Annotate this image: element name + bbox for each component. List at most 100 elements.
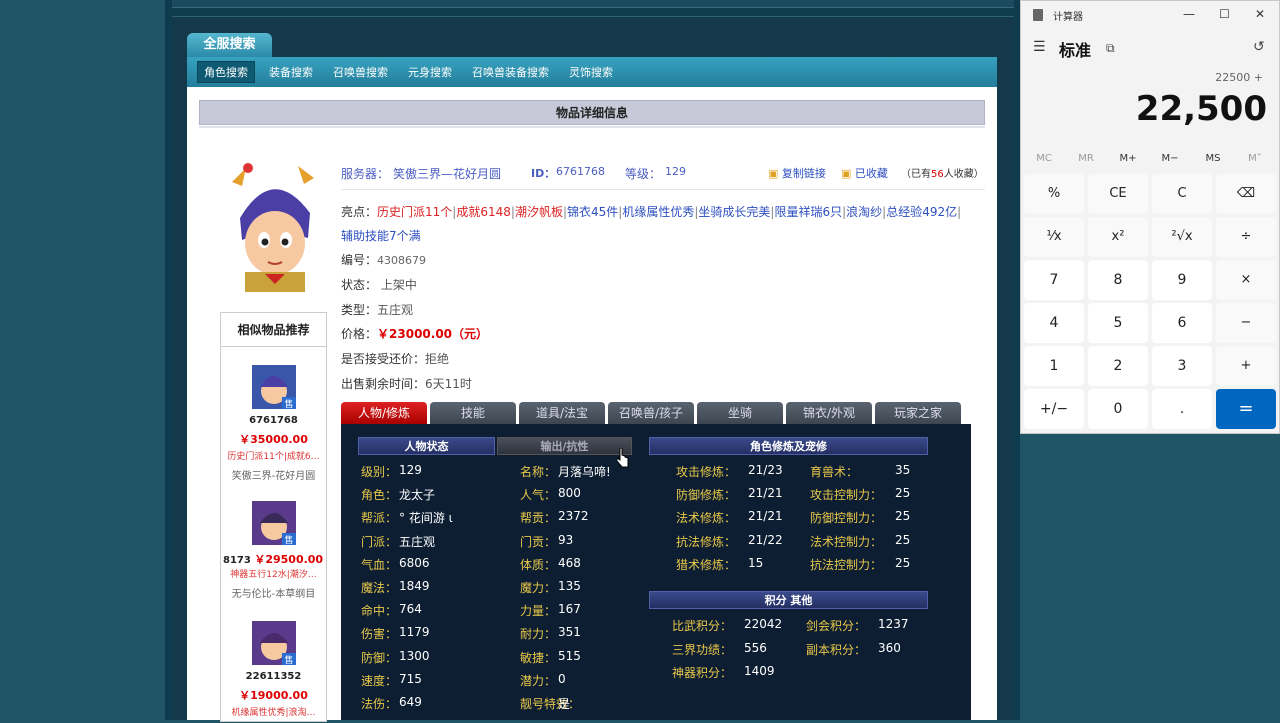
minimize-icon[interactable]: — <box>1183 7 1195 21</box>
key-digit-0-button[interactable]: 0 <box>1088 389 1148 429</box>
maximize-icon[interactable]: ☐ <box>1219 7 1230 21</box>
history-icon[interactable]: ↺ <box>1253 39 1265 55</box>
key-percent-button[interactable]: % <box>1024 174 1084 214</box>
serial-label: 编号： <box>341 253 378 267</box>
key-decimal-button[interactable]: . <box>1152 389 1212 429</box>
similar-item-server: 无与伦比-本草纲目 <box>231 589 316 600</box>
close-icon[interactable]: ✕ <box>1255 7 1265 21</box>
similar-item[interactable]: 售 6761768 ￥35000.00 历史门派11个|成就6… 笑傲三界-花好… <box>221 361 326 491</box>
stat-row: 副本积分： 360 <box>806 641 901 658</box>
highlight-item[interactable]: 潮汐帆板 <box>515 205 563 219</box>
key-ce-button[interactable]: CE <box>1088 174 1148 214</box>
stat-value: 2372 <box>558 509 589 524</box>
key-digit-5-button[interactable]: 5 <box>1088 303 1148 343</box>
key-clear-button[interactable]: C <box>1152 174 1212 214</box>
nav-equip-search[interactable]: 装备搜索 <box>263 62 319 82</box>
key-digit-4-button[interactable]: 4 <box>1024 303 1084 343</box>
stat-value: 1409 <box>744 664 775 678</box>
tab-outfits[interactable]: 锦衣/外观 <box>786 402 872 424</box>
memory-add-button[interactable]: M+ <box>1108 153 1148 164</box>
memory-store-button[interactable]: MS <box>1193 153 1233 164</box>
tab-skills[interactable]: 技能 <box>430 402 516 424</box>
stat-label: 魔力： <box>520 581 557 595</box>
similar-item[interactable]: 售 8173 ￥29500.00 神器五行12水|潮汐… 无与伦比-本草纲目 <box>221 497 326 627</box>
stat-label: 攻击修炼： <box>676 465 737 479</box>
key-digit-8-button[interactable]: 8 <box>1088 260 1148 300</box>
tab-player-home[interactable]: 玩家之家 <box>875 402 961 424</box>
key-sqrt-button[interactable]: ²√x <box>1152 217 1212 257</box>
tab-char-status[interactable]: 人物状态 <box>358 437 495 455</box>
tab-items-treasures[interactable]: 道具/法宝 <box>519 402 605 424</box>
memory-recall-button[interactable]: MR <box>1066 153 1106 164</box>
keep-on-top-icon[interactable]: ⧉ <box>1106 41 1115 56</box>
menu-icon[interactable]: ☰ <box>1033 39 1046 55</box>
stat-row: 速度： 715 <box>361 672 422 689</box>
key-digit-1-button[interactable]: 1 <box>1024 346 1084 386</box>
highlight-item[interactable]: 限量祥瑞6只 <box>774 205 842 219</box>
stat-row: 潜力： 0 <box>520 672 566 689</box>
key-multiply-button[interactable]: × <box>1216 260 1276 300</box>
tab-pets-children[interactable]: 召唤兽/孩子 <box>608 402 694 424</box>
stat-row: 抗法控制力： 25 <box>810 556 910 573</box>
stat-label: 防御控制力： <box>810 511 883 526</box>
key-digit-7-button[interactable]: 7 <box>1024 260 1084 300</box>
stat-label: 角色： <box>361 488 398 503</box>
character-avatar <box>220 158 326 292</box>
nav-pet-search[interactable]: 召唤兽搜索 <box>327 62 394 82</box>
memory-list-button[interactable]: M˅ <box>1235 153 1275 164</box>
nav-role-search[interactable]: 角色搜索 <box>197 61 255 83</box>
key-digit-2-button[interactable]: 2 <box>1088 346 1148 386</box>
stat-value: 468 <box>558 555 581 570</box>
memory-subtract-button[interactable]: M− <box>1150 153 1190 164</box>
stat-value: 93 <box>558 532 574 547</box>
highlight-item[interactable]: 锦衣45件 <box>567 205 618 219</box>
stat-row: 攻击控制力： 25 <box>810 486 910 503</box>
id-value: 6761768 <box>556 165 605 178</box>
highlight-item[interactable]: 机缘属性优秀 <box>622 205 694 219</box>
stat-row: 力量： 167 <box>520 602 581 619</box>
tab-character-cultivation[interactable]: 人物/修炼 <box>341 402 427 424</box>
key-negate-button[interactable]: +/− <box>1024 389 1084 429</box>
highlight-item[interactable]: 坐骑成长完美 <box>698 205 770 219</box>
similar-item-server: 笑傲三界-花好月圆 <box>231 471 316 482</box>
info-divider <box>341 189 985 190</box>
stat-value: 21/22 <box>748 532 783 547</box>
tab-all-server-search[interactable]: 全服搜索 <box>187 33 272 57</box>
stat-value: 21/21 <box>748 486 783 501</box>
nav-body-search[interactable]: 元身搜索 <box>402 62 458 82</box>
key-equals-button[interactable]: = <box>1216 389 1276 429</box>
time-label: 出售剩余时间： <box>341 377 426 391</box>
highlight-item[interactable]: 浪淘纱 <box>846 205 882 219</box>
key-plus-button[interactable]: + <box>1216 346 1276 386</box>
serial-row: 编号：4308679 <box>341 251 426 268</box>
highlight-item[interactable]: 辅助技能7个满 <box>341 229 421 243</box>
tab-output-resist[interactable]: 输出/抗性 <box>497 437 632 455</box>
key-divide-button[interactable]: ÷ <box>1216 217 1276 257</box>
stat-row: 魔法： 1849 <box>361 579 430 596</box>
time-value: 6天11时 <box>425 377 472 391</box>
memory-clear-button[interactable]: MC <box>1024 153 1064 164</box>
highlight-item[interactable]: 历史门派11个 <box>377 205 452 219</box>
similar-item[interactable]: 售 22611352 ￥19000.00 机缘属性优秀|浪淘… <box>221 617 326 723</box>
stat-row: 抗法修炼： 21/22 <box>676 533 783 550</box>
nav-pet-equip-search[interactable]: 召唤兽装备搜索 <box>466 62 555 82</box>
key-digit-6-button[interactable]: 6 <box>1152 303 1212 343</box>
stat-label: 抗法修炼： <box>676 534 737 549</box>
calc-expression: 22500 + <box>1215 71 1263 84</box>
key-digit-3-button[interactable]: 3 <box>1152 346 1212 386</box>
stat-row: 法术修炼： 21/21 <box>676 509 783 526</box>
stat-value: 是 <box>558 697 571 711</box>
collect-button[interactable]: ▣ 已收藏 <box>841 165 888 181</box>
copy-link-button[interactable]: ▣ 复制链接 <box>768 165 826 181</box>
tab-mounts[interactable]: 坐骑 <box>697 402 783 424</box>
key-backspace-button[interactable]: ⌫ <box>1216 174 1276 214</box>
similar-item-id: 6761768 <box>249 415 298 426</box>
key-digit-9-button[interactable]: 9 <box>1152 260 1212 300</box>
key-square-button[interactable]: x² <box>1088 217 1148 257</box>
highlight-item[interactable]: 总经验492亿 <box>886 205 957 219</box>
key-reciprocal-button[interactable]: ¹⁄x <box>1024 217 1084 257</box>
key-minus-button[interactable]: − <box>1216 303 1276 343</box>
highlight-item[interactable]: 成就6148 <box>456 205 511 219</box>
stat-label: 防御： <box>361 650 398 665</box>
nav-ornament-search[interactable]: 灵饰搜索 <box>563 62 619 82</box>
